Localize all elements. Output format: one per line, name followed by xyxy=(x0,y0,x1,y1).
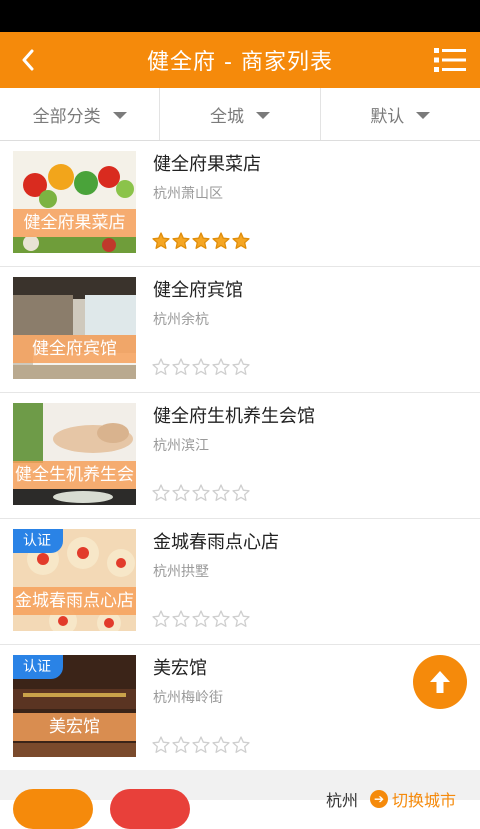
bottom-bar: 杭州 ➔ 切换城市 xyxy=(0,770,480,829)
filter-category-label: 全部分类 xyxy=(32,106,101,127)
thumbnail-caption: 健全生机养生会 xyxy=(13,461,136,489)
switch-city-label: 切换城市 xyxy=(392,791,457,810)
star-empty-icon xyxy=(192,484,210,501)
filter-category[interactable]: 全部分类 xyxy=(0,88,161,140)
verified-badge: 认证 xyxy=(13,529,63,553)
thumbnail-caption: 健全府果菜店 xyxy=(13,209,136,237)
merchant-location: 杭州滨江 xyxy=(153,438,209,454)
star-empty-icon xyxy=(172,610,190,627)
filter-sort-label: 默认 xyxy=(370,106,405,127)
star-filled-icon xyxy=(192,232,210,249)
switch-arrow-icon: ➔ xyxy=(370,790,388,808)
current-city: 杭州 xyxy=(326,791,359,810)
rating-stars xyxy=(152,484,250,502)
star-empty-icon xyxy=(232,484,250,501)
filter-bar: 全部分类 全城 默认 xyxy=(0,88,480,141)
star-empty-icon xyxy=(232,736,250,753)
star-empty-icon xyxy=(232,358,250,375)
star-filled-icon xyxy=(212,232,230,249)
merchant-name: 金城春雨点心店 xyxy=(153,532,279,553)
merchant-item[interactable]: 健全府宾馆 健全府宾馆 杭州余杭 xyxy=(0,267,480,393)
star-empty-icon xyxy=(212,736,230,753)
rating-stars xyxy=(152,736,250,754)
merchant-name: 健全府果菜店 xyxy=(153,154,261,175)
filter-area-label: 全城 xyxy=(209,106,244,127)
star-empty-icon xyxy=(232,610,250,627)
back-chevron-icon xyxy=(22,49,34,71)
merchant-name: 健全府宾馆 xyxy=(153,280,243,301)
filter-sort[interactable]: 默认 xyxy=(321,88,480,140)
merchant-thumbnail: 健全府果菜店 xyxy=(13,151,136,253)
merchant-thumbnail: 健全生机养生会 xyxy=(13,403,136,505)
merchant-name: 健全府生机养生会馆 xyxy=(153,406,315,427)
star-empty-icon xyxy=(192,610,210,627)
star-empty-icon xyxy=(152,484,170,501)
star-empty-icon xyxy=(212,358,230,375)
merchant-location: 杭州拱墅 xyxy=(153,564,209,580)
merchant-thumbnail: 健全府宾馆 xyxy=(13,277,136,379)
merchant-name: 美宏馆 xyxy=(153,658,207,679)
merchant-item[interactable]: 美宏馆 认证 美宏馆 杭州梅岭街 xyxy=(0,645,480,771)
rating-stars xyxy=(152,358,250,376)
dropdown-caret-icon xyxy=(416,111,431,119)
verified-badge: 认证 xyxy=(13,655,63,679)
dropdown-caret-icon xyxy=(112,111,127,119)
merchant-item[interactable]: 健全府果菜店 健全府果菜店 杭州萧山区 xyxy=(0,141,480,267)
app-header: 健全府 - 商家列表 xyxy=(0,32,480,88)
merchant-thumbnail: 美宏馆 认证 xyxy=(13,655,136,757)
merchant-item[interactable]: 金城春雨点心店 认证 金城春雨点心店 杭州拱墅 xyxy=(0,519,480,645)
produce-image xyxy=(13,151,136,253)
merchant-location: 杭州萧山区 xyxy=(153,186,223,202)
star-filled-icon xyxy=(152,232,170,249)
status-bar xyxy=(0,0,480,32)
star-empty-icon xyxy=(172,358,190,375)
rating-stars xyxy=(152,232,250,250)
bottom-action-button[interactable] xyxy=(13,789,93,829)
spa-massage-image xyxy=(13,403,136,505)
star-empty-icon xyxy=(152,736,170,753)
filter-area[interactable]: 全城 xyxy=(160,88,321,140)
menu-button[interactable] xyxy=(434,46,466,74)
list-menu-icon xyxy=(434,48,466,72)
star-empty-icon xyxy=(172,736,190,753)
hotel-room-image xyxy=(13,277,136,379)
merchant-item[interactable]: 健全生机养生会 健全府生机养生会馆 杭州滨江 xyxy=(0,393,480,519)
star-empty-icon xyxy=(192,358,210,375)
merchant-location: 杭州梅岭街 xyxy=(153,690,223,706)
scroll-to-top-button[interactable] xyxy=(413,655,467,709)
star-empty-icon xyxy=(212,610,230,627)
star-filled-icon xyxy=(232,232,250,249)
star-empty-icon xyxy=(172,484,190,501)
star-empty-icon xyxy=(152,610,170,627)
thumbnail-caption: 金城春雨点心店 xyxy=(13,587,136,615)
switch-city-button[interactable]: ➔ 切换城市 xyxy=(370,787,456,811)
star-filled-icon xyxy=(172,232,190,249)
thumbnail-caption: 美宏馆 xyxy=(13,713,136,741)
back-button[interactable] xyxy=(10,40,46,80)
star-empty-icon xyxy=(152,358,170,375)
star-empty-icon xyxy=(192,736,210,753)
merchant-thumbnail: 金城春雨点心店 认证 xyxy=(13,529,136,631)
arrow-up-icon xyxy=(430,671,450,693)
merchant-location: 杭州余杭 xyxy=(153,312,209,328)
dropdown-caret-icon xyxy=(255,111,270,119)
bottom-action-button[interactable] xyxy=(110,789,190,829)
merchant-list: 健全府果菜店 健全府果菜店 杭州萧山区 健全府宾馆 健全府宾馆 杭州余杭 健全生… xyxy=(0,141,480,771)
star-empty-icon xyxy=(212,484,230,501)
rating-stars xyxy=(152,610,250,628)
page-title: 健全府 - 商家列表 xyxy=(147,50,333,75)
thumbnail-caption: 健全府宾馆 xyxy=(13,335,136,363)
